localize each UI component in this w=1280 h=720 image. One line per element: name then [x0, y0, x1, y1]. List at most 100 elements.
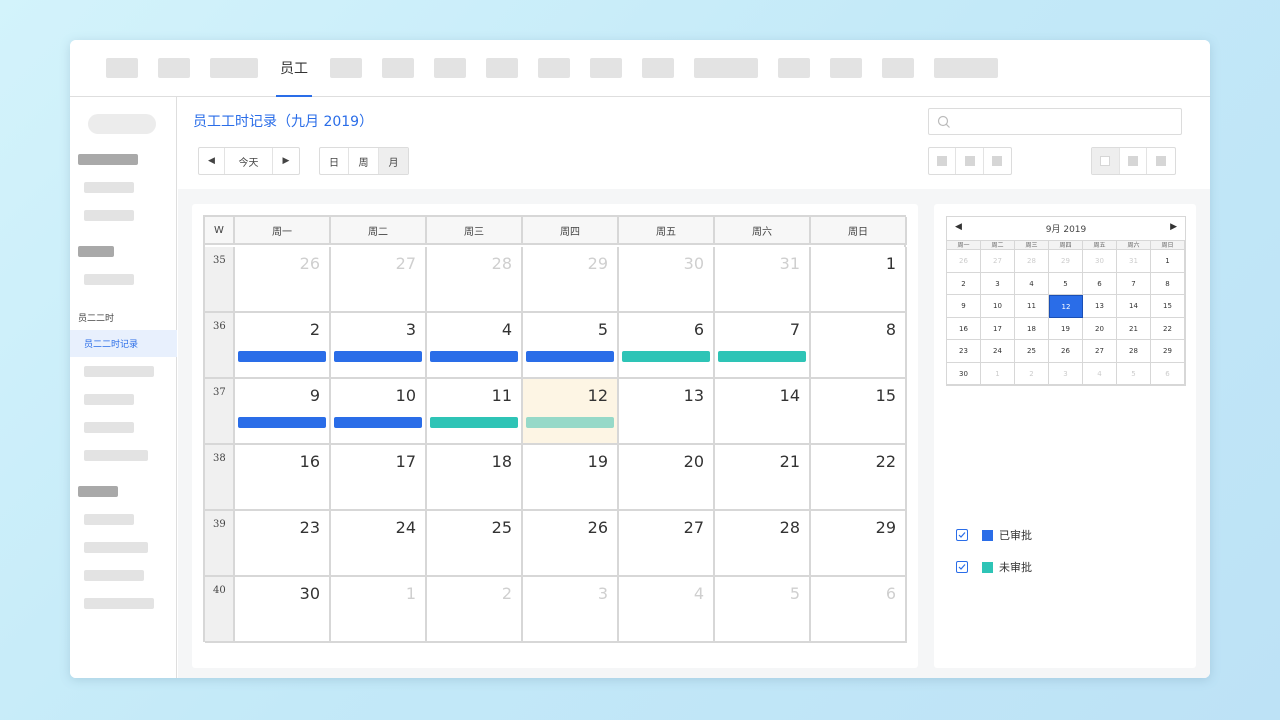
sidebar-item-placeholder[interactable] — [84, 422, 134, 433]
mini-day[interactable]: 11 — [1015, 295, 1049, 318]
calendar-day[interactable]: 3 — [523, 577, 619, 643]
sidebar-item-placeholder[interactable] — [84, 182, 134, 193]
calendar-day[interactable]: 21 — [715, 445, 811, 511]
layout-button[interactable] — [1092, 148, 1120, 174]
calendar-day[interactable]: 19 — [523, 445, 619, 511]
calendar-day[interactable]: 3 — [331, 313, 427, 379]
search-input[interactable] — [928, 108, 1182, 135]
sidebar-item-placeholder[interactable] — [84, 450, 148, 461]
next-arrow-icon[interactable]: ▶ — [273, 148, 299, 174]
nav-tab-placeholder[interactable] — [106, 58, 138, 78]
mini-day[interactable]: 22 — [1151, 317, 1185, 340]
mini-day[interactable]: 23 — [947, 340, 981, 363]
calendar-day[interactable]: 25 — [427, 511, 523, 577]
mini-day[interactable]: 9 — [947, 295, 981, 318]
calendar-day[interactable]: 27 — [619, 511, 715, 577]
layout-button[interactable] — [1147, 148, 1175, 174]
timesheet-entry-bar[interactable] — [238, 417, 326, 428]
timesheet-entry-bar[interactable] — [430, 417, 518, 428]
mini-day-selected[interactable]: 12 — [1049, 295, 1083, 318]
calendar-day[interactable]: 31 — [715, 247, 811, 313]
calendar-day[interactable]: 6 — [619, 313, 715, 379]
mini-day[interactable]: 4 — [1083, 362, 1117, 385]
mini-day[interactable]: 5 — [1049, 272, 1083, 295]
calendar-day[interactable]: 4 — [427, 313, 523, 379]
nav-tab-placeholder[interactable] — [382, 58, 414, 78]
mini-day[interactable]: 2 — [1015, 362, 1049, 385]
tab-employees[interactable]: 员工 — [276, 40, 312, 97]
calendar-day[interactable]: 11 — [427, 379, 523, 445]
mini-day[interactable]: 4 — [1015, 272, 1049, 295]
nav-tab-placeholder[interactable] — [642, 58, 674, 78]
mini-day[interactable]: 28 — [1015, 250, 1049, 273]
mini-day[interactable]: 3 — [1049, 362, 1083, 385]
calendar-day[interactable]: 10 — [331, 379, 427, 445]
mini-day[interactable]: 15 — [1151, 295, 1185, 318]
calendar-day[interactable]: 29 — [523, 247, 619, 313]
today-button[interactable]: 今天 — [225, 148, 273, 174]
mini-day[interactable]: 10 — [981, 295, 1015, 318]
mini-day[interactable]: 20 — [1083, 317, 1117, 340]
mini-day[interactable]: 6 — [1083, 272, 1117, 295]
calendar-day[interactable]: 6 — [811, 577, 907, 643]
nav-tab-placeholder[interactable] — [330, 58, 362, 78]
nav-tab-placeholder[interactable] — [538, 58, 570, 78]
mini-day[interactable]: 29 — [1049, 250, 1083, 273]
sidebar-item-placeholder[interactable] — [84, 598, 154, 609]
mini-day[interactable]: 19 — [1049, 317, 1083, 340]
mini-day[interactable]: 18 — [1015, 317, 1049, 340]
mini-day[interactable]: 29 — [1151, 340, 1185, 363]
calendar-day[interactable]: 15 — [811, 379, 907, 445]
nav-tab-placeholder[interactable] — [210, 58, 258, 78]
sidebar-item-placeholder[interactable] — [84, 274, 134, 285]
sidebar-item-placeholder[interactable] — [84, 394, 134, 405]
checkbox-checked-icon[interactable] — [956, 561, 968, 573]
nav-tab-placeholder[interactable] — [694, 58, 758, 78]
timesheet-entry-bar[interactable] — [622, 351, 710, 362]
calendar-day[interactable]: 26 — [235, 247, 331, 313]
mini-day[interactable]: 8 — [1151, 272, 1185, 295]
timesheet-entry-bar[interactable] — [334, 417, 422, 428]
nav-tab-placeholder[interactable] — [778, 58, 810, 78]
layout-button[interactable] — [1120, 148, 1148, 174]
sidebar-item-placeholder[interactable] — [84, 366, 154, 377]
calendar-day[interactable]: 13 — [619, 379, 715, 445]
toolbar-button[interactable] — [929, 148, 957, 174]
calendar-day[interactable]: 4 — [619, 577, 715, 643]
timesheet-entry-bar[interactable] — [430, 351, 518, 362]
mini-day[interactable]: 28 — [1117, 340, 1151, 363]
mini-day[interactable]: 27 — [981, 250, 1015, 273]
calendar-day[interactable]: 7 — [715, 313, 811, 379]
sidebar-item-placeholder[interactable] — [84, 570, 144, 581]
calendar-day[interactable]: 24 — [331, 511, 427, 577]
calendar-day[interactable]: 29 — [811, 511, 907, 577]
mini-day[interactable]: 7 — [1117, 272, 1151, 295]
mini-day[interactable]: 2 — [947, 272, 981, 295]
timesheet-entry-bar[interactable] — [526, 351, 614, 362]
mini-day[interactable]: 5 — [1117, 362, 1151, 385]
calendar-day[interactable]: 23 — [235, 511, 331, 577]
nav-tab-placeholder[interactable] — [486, 58, 518, 78]
calendar-day[interactable]: 30 — [619, 247, 715, 313]
timesheet-entry-bar[interactable] — [334, 351, 422, 362]
calendar-day[interactable]: 26 — [523, 511, 619, 577]
mini-next-icon[interactable]: ▶ — [1170, 222, 1177, 232]
calendar-day[interactable]: 2 — [235, 313, 331, 379]
view-month-button[interactable]: 月 — [379, 148, 408, 174]
calendar-day[interactable]: 5 — [523, 313, 619, 379]
mini-day[interactable]: 21 — [1117, 317, 1151, 340]
mini-day[interactable]: 1 — [1151, 250, 1185, 273]
calendar-day[interactable]: 1 — [811, 247, 907, 313]
calendar-day-today[interactable]: 12 — [523, 379, 619, 445]
nav-tab-placeholder[interactable] — [434, 58, 466, 78]
sidebar-search-placeholder[interactable] — [88, 114, 156, 134]
nav-tab-placeholder[interactable] — [590, 58, 622, 78]
sidebar-item-placeholder[interactable] — [84, 514, 134, 525]
mini-day[interactable]: 26 — [1049, 340, 1083, 363]
calendar-day[interactable]: 5 — [715, 577, 811, 643]
legend-approved[interactable]: 已审批 — [956, 527, 1032, 543]
toolbar-button[interactable] — [984, 148, 1011, 174]
mini-day[interactable]: 30 — [1083, 250, 1117, 273]
mini-day[interactable]: 24 — [981, 340, 1015, 363]
calendar-day[interactable]: 28 — [427, 247, 523, 313]
